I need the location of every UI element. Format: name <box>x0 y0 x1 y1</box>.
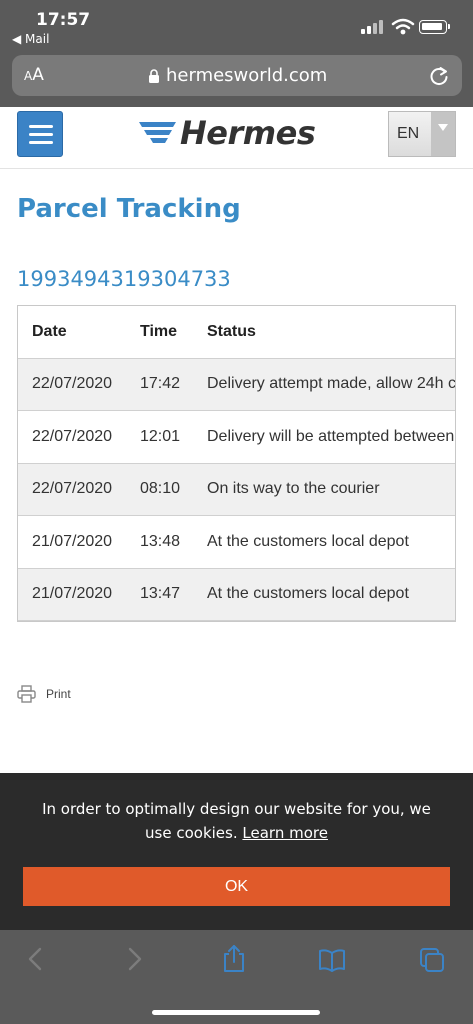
address-bar[interactable]: AA hermesworld.com <box>12 55 462 96</box>
row-status: At the customers local depot <box>207 568 455 621</box>
url-display[interactable]: hermesworld.com <box>148 65 327 86</box>
browser-bottom-toolbar <box>0 930 473 1024</box>
language-select[interactable]: EN <box>388 111 456 157</box>
hamburger-menu-button[interactable] <box>17 111 63 157</box>
reload-icon[interactable] <box>428 65 450 87</box>
forward-icon[interactable] <box>120 944 148 974</box>
row-status: On its way to the courier <box>207 463 455 516</box>
row-time: 17:42 <box>140 358 207 411</box>
site-header: Hermes EN <box>0 107 473 169</box>
page-title: Parcel Tracking <box>17 194 241 224</box>
url-text: hermesworld.com <box>166 65 328 86</box>
row-date: 21/07/2020 <box>18 515 140 569</box>
status-icons <box>361 18 451 36</box>
column-header-status: Status <box>207 306 455 359</box>
tracking-table[interactable]: Date Time Status 22/07/2020 17:42 Delive… <box>17 305 456 622</box>
tabs-icon[interactable] <box>418 944 446 974</box>
home-indicator <box>152 1010 320 1015</box>
table-row: 21/07/2020 13:48 At the customers local … <box>18 515 455 569</box>
table-header-row: Date Time Status <box>18 306 455 359</box>
row-status: At the customers local depot <box>207 515 455 569</box>
table-row: 22/07/2020 12:01 Delivery will be attemp… <box>18 410 455 464</box>
row-time: 13:48 <box>140 515 207 569</box>
tracking-number: 1993494319304733 <box>17 267 231 291</box>
row-time: 08:10 <box>140 463 207 516</box>
row-time: 12:01 <box>140 410 207 464</box>
cookie-banner: In order to optimally design our website… <box>0 773 473 930</box>
column-header-date: Date <box>18 306 140 359</box>
bookmarks-icon[interactable] <box>318 944 346 974</box>
back-to-mail-link[interactable]: ◀ Mail <box>12 32 49 46</box>
hermes-wing-icon <box>139 122 176 143</box>
row-status: Delivery will be attempted between <box>207 410 455 464</box>
lock-icon <box>149 68 159 83</box>
print-label: Print <box>46 687 71 701</box>
row-date: 21/07/2020 <box>18 568 140 621</box>
back-icon[interactable] <box>22 944 50 974</box>
row-date: 22/07/2020 <box>18 358 140 411</box>
row-date: 22/07/2020 <box>18 463 140 516</box>
column-header-time: Time <box>140 306 207 359</box>
text-size-button[interactable]: AA <box>24 65 44 85</box>
row-time: 13:47 <box>140 568 207 621</box>
chevron-down-icon <box>431 112 455 156</box>
cookie-ok-button[interactable]: OK <box>23 867 450 906</box>
logo-text: Hermes <box>180 114 316 152</box>
cookie-text: In order to optimally design our website… <box>42 800 431 842</box>
table-row: 22/07/2020 08:10 On its way to the couri… <box>18 463 455 516</box>
status-time: 17:57 <box>36 10 91 30</box>
wifi-icon <box>391 18 415 35</box>
language-value: EN <box>397 125 420 142</box>
table-row: 21/07/2020 13:47 At the customers local … <box>18 568 455 621</box>
share-icon[interactable] <box>220 944 248 974</box>
printer-icon <box>17 685 36 703</box>
cookie-message: In order to optimally design our website… <box>30 797 443 845</box>
hermes-logo[interactable]: Hermes <box>138 113 316 153</box>
cellular-signal-icon <box>361 18 387 36</box>
row-date: 22/07/2020 <box>18 410 140 464</box>
row-status: Delivery attempt made, allow 24h c <box>207 358 455 411</box>
print-link[interactable]: Print <box>17 685 71 703</box>
table-row: 22/07/2020 17:42 Delivery attempt made, … <box>18 358 455 411</box>
battery-icon <box>419 20 450 34</box>
browser-top-chrome: 17:57 ◀ Mail AA hermesworld.com <box>0 0 473 107</box>
learn-more-link[interactable]: Learn more <box>242 824 328 842</box>
